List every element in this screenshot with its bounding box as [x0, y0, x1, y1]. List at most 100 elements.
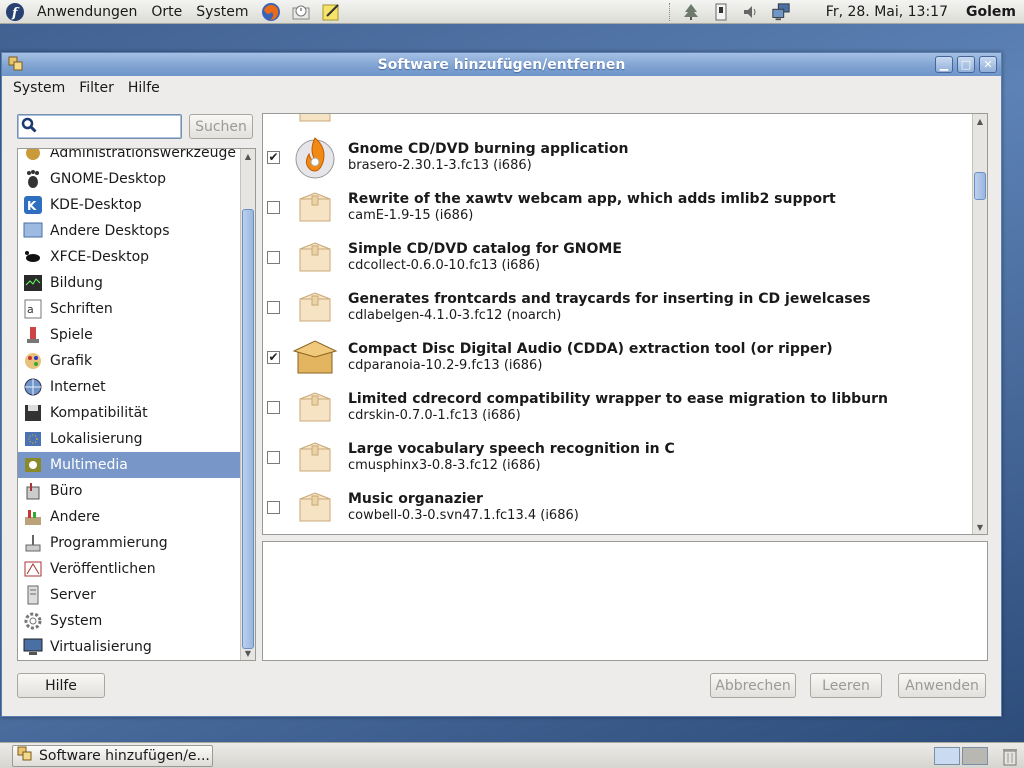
- window-titlebar[interactable]: Software hinzufügen/entfernen ▁ □ ✕: [2, 53, 1001, 76]
- category-item[interactable]: Andere Desktops: [18, 218, 240, 244]
- menu-system[interactable]: System: [189, 0, 255, 24]
- menu-help[interactable]: Hilfe: [121, 80, 167, 96]
- package-installed-icon: [292, 334, 338, 380]
- package-summary: Large vocabulary speech recognition in C: [348, 441, 675, 457]
- package-checkbox[interactable]: ✔: [267, 150, 280, 164]
- category-item[interactable]: Virtualisierung: [18, 634, 240, 660]
- workspace-2[interactable]: [962, 747, 988, 765]
- category-label: Andere Desktops: [50, 223, 170, 239]
- pkg-scroll-up-arrow[interactable]: ▲: [973, 114, 987, 128]
- scroll-down-arrow[interactable]: ▼: [241, 646, 255, 660]
- xfce-mouse-icon: [22, 246, 44, 268]
- category-scroll-thumb[interactable]: [242, 209, 254, 649]
- network-icon[interactable]: [771, 2, 791, 22]
- category-item[interactable]: Bildung: [18, 270, 240, 296]
- clear-button[interactable]: Leeren: [810, 673, 882, 698]
- category-item[interactable]: Veröffentlichen: [18, 556, 240, 582]
- package-row[interactable]: Limited cdrecord compatibility wrapper t…: [263, 382, 971, 432]
- search-button[interactable]: Suchen: [189, 114, 253, 139]
- menu-system-app[interactable]: System: [6, 80, 72, 96]
- category-item[interactable]: K KDE-Desktop: [18, 192, 240, 218]
- category-label: Andere: [50, 509, 101, 525]
- category-item[interactable]: Programmierung: [18, 530, 240, 556]
- pkg-scroll-down-arrow[interactable]: ▼: [973, 520, 987, 534]
- package-name: cmusphinx3-0.8-3.fc12 (i686): [348, 458, 541, 473]
- clock[interactable]: Fr, 28. Mai, 13:17: [796, 4, 966, 20]
- taskbar-button-software[interactable]: Software hinzufügen/e...: [12, 745, 213, 767]
- fedora-logo-icon[interactable]: f: [5, 2, 25, 22]
- package-checkbox[interactable]: [267, 113, 280, 114]
- maximize-button[interactable]: □: [957, 56, 975, 73]
- category-item[interactable]: Andere: [18, 504, 240, 530]
- package-checkbox[interactable]: [267, 500, 280, 514]
- minimize-button[interactable]: ▁: [935, 56, 953, 73]
- usb-device-icon[interactable]: [711, 2, 731, 22]
- menu-applications[interactable]: Anwendungen: [30, 0, 144, 24]
- search-input[interactable]: [40, 118, 170, 135]
- package-row[interactable]: bluez-alsa-4.63-3.fc13 (i686): [263, 113, 971, 132]
- category-label: Veröffentlichen: [50, 561, 156, 577]
- package-text: Music organazier cowbell-0.3-0.svn47.1.fc…: [348, 491, 579, 523]
- search-box[interactable]: [17, 114, 182, 139]
- menu-places[interactable]: Orte: [144, 0, 189, 24]
- package-row[interactable]: Large vocabulary speech recognition in C…: [263, 432, 971, 482]
- package-scrollbar[interactable]: ▲ ▼: [972, 114, 987, 534]
- notes-icon[interactable]: [321, 2, 341, 22]
- volume-icon[interactable]: [741, 2, 761, 22]
- tree-icon[interactable]: [681, 2, 701, 22]
- package-row[interactable]: Rewrite of the xawtv webcam app, which a…: [263, 182, 971, 232]
- category-item[interactable]: Kompatibilität: [18, 400, 240, 426]
- package-scroll-thumb[interactable]: [974, 172, 986, 200]
- package-row[interactable]: Generates frontcards and traycards for i…: [263, 282, 971, 332]
- package-name: cdlabelgen-4.1.0-3.fc12 (noarch): [348, 308, 562, 323]
- server-icon: [22, 584, 44, 606]
- category-item[interactable]: Internet: [18, 374, 240, 400]
- package-checkbox[interactable]: [267, 200, 280, 214]
- category-item[interactable]: System: [18, 608, 240, 634]
- firefox-icon[interactable]: [261, 2, 281, 22]
- package-checkbox[interactable]: [267, 250, 280, 264]
- system-gear-icon: [22, 610, 44, 632]
- package-row[interactable]: Music organazier cowbell-0.3-0.svn47.1.fc…: [263, 482, 971, 532]
- category-item[interactable]: Büro: [18, 478, 240, 504]
- package-checkbox[interactable]: [267, 450, 280, 464]
- package-row[interactable]: Simple CD/DVD catalog for GNOME cdcollect…: [263, 232, 971, 282]
- category-item[interactable]: XFCE-Desktop: [18, 244, 240, 270]
- category-label: Grafik: [50, 353, 93, 369]
- category-item[interactable]: Multimedia: [18, 452, 240, 478]
- package-text: Gnome CD/DVD burning application brasero-…: [348, 141, 628, 173]
- package-name: bluez-alsa-4.63-3.fc13 (i686): [348, 114, 536, 115]
- mail-clock-icon[interactable]: [291, 2, 311, 22]
- office-icon: [22, 480, 44, 502]
- package-summary: Generates frontcards and traycards for i…: [348, 291, 871, 307]
- category-label: Spiele: [50, 327, 93, 343]
- menubar: System Filter Hilfe: [2, 76, 1001, 100]
- help-button[interactable]: Hilfe: [17, 673, 105, 698]
- publishing-icon: [22, 558, 44, 580]
- menu-filter[interactable]: Filter: [72, 80, 121, 96]
- category-item[interactable]: a Schriften: [18, 296, 240, 322]
- search-icon: [21, 117, 37, 137]
- category-item[interactable]: Grafik: [18, 348, 240, 374]
- package-row[interactable]: ✔ Gnome CD/DVD burning application brasero…: [263, 132, 971, 182]
- package-checkbox[interactable]: [267, 300, 280, 314]
- close-button[interactable]: ✕: [979, 56, 997, 73]
- category-item[interactable]: GNOME-Desktop: [18, 166, 240, 192]
- package-row[interactable]: ✔ Compact Disc Digital Audio (CDDA) extra…: [263, 332, 971, 382]
- category-item[interactable]: Spiele: [18, 322, 240, 348]
- category-item[interactable]: Administrationswerkzeuge: [18, 149, 240, 166]
- package-summary: Simple CD/DVD catalog for GNOME: [348, 241, 622, 257]
- package-name: camE-1.9-15 (i686): [348, 208, 474, 223]
- category-item[interactable]: Lokalisierung: [18, 426, 240, 452]
- package-checkbox[interactable]: [267, 400, 280, 414]
- cancel-button[interactable]: Abbrechen: [710, 673, 796, 698]
- apply-button[interactable]: Anwenden: [898, 673, 986, 698]
- scroll-up-arrow[interactable]: ▲: [241, 149, 255, 163]
- category-item[interactable]: Server: [18, 582, 240, 608]
- user-name[interactable]: Golem: [966, 4, 1024, 20]
- category-scrollbar[interactable]: ▲ ▼: [240, 149, 255, 660]
- workspace-1[interactable]: [934, 747, 960, 765]
- trash-icon[interactable]: [1000, 746, 1020, 768]
- package-checkbox[interactable]: ✔: [267, 350, 280, 364]
- package-summary: Music organazier: [348, 491, 483, 507]
